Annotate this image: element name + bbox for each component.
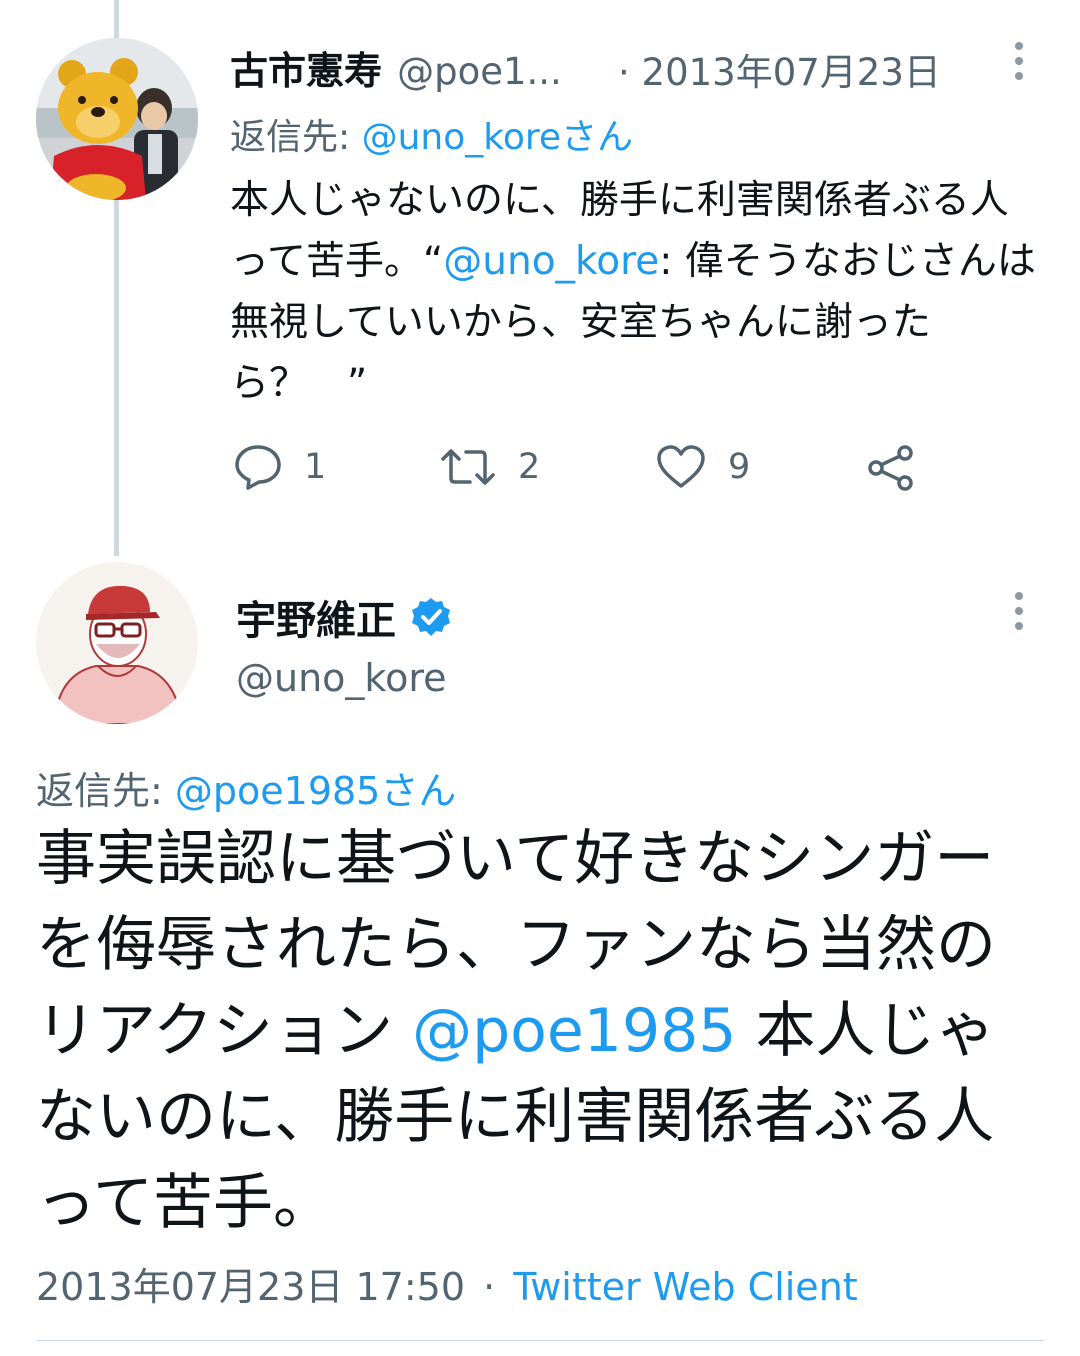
author-handle[interactable]: @poe1... [397,50,562,93]
retweet-button[interactable]: 2 [440,444,540,490]
reply-prefix: 返信先: [36,769,163,813]
like-button[interactable]: 9 [656,444,750,490]
date-text[interactable]: 2013年07月23日 [642,51,941,94]
meta-separator: · [483,1265,496,1309]
tweet2-text: 事実誤認に基づいて好きなシンガーを侮辱されたら、ファンなら当然のリアクション @… [36,816,1046,1246]
share-icon [868,445,913,491]
date-separator: · [618,51,630,94]
like-count: 9 [728,447,751,487]
verified-badge-icon [412,598,450,636]
reply-button[interactable]: 1 [234,444,326,490]
reply-to-link[interactable]: @poe1985さん [175,769,456,813]
more-vertical-icon[interactable] [1013,592,1025,630]
author-name[interactable]: 宇野維正 [236,588,396,646]
retweet-count: 2 [518,447,541,487]
like-icon [657,445,705,488]
tweet2-header: 宇野維正 [236,588,452,646]
reply-to-link[interactable]: @uno_koreさん [362,117,633,158]
tweet2-meta: 2013年07月23日 17:50 · Twitter Web Client [36,1256,858,1311]
divider [36,1340,1044,1341]
more-vertical-icon[interactable] [1013,42,1025,80]
tweet1-text: 本人じゃないのに、勝手に利害関係者ぶる人って苦手。“@uno_kore: 偉そう… [230,170,1045,414]
tweet1-date[interactable]: · 2013年07月23日 [618,42,941,96]
author-name[interactable]: 古市憲寿 [230,49,382,93]
reply-icon [235,445,281,490]
avatar-uno[interactable] [36,562,198,724]
tweet1-reply-to: 返信先: @uno_koreさん [230,108,633,160]
author-handle[interactable]: @uno_kore [236,656,446,700]
client-link[interactable]: Twitter Web Client [513,1265,857,1309]
avatar-furuichi[interactable] [36,38,198,200]
retweet-icon [441,449,495,485]
mention-link[interactable]: @poe1985 [412,996,736,1066]
reply-prefix: 返信先: [230,117,351,158]
mention-link[interactable]: @uno_kore [443,239,659,284]
timestamp[interactable]: 2013年07月23日 17:50 [36,1265,465,1309]
reply-count: 1 [304,447,327,487]
tweet2-reply-to: 返信先: @poe1985さん [36,760,456,815]
share-button[interactable] [866,444,916,492]
